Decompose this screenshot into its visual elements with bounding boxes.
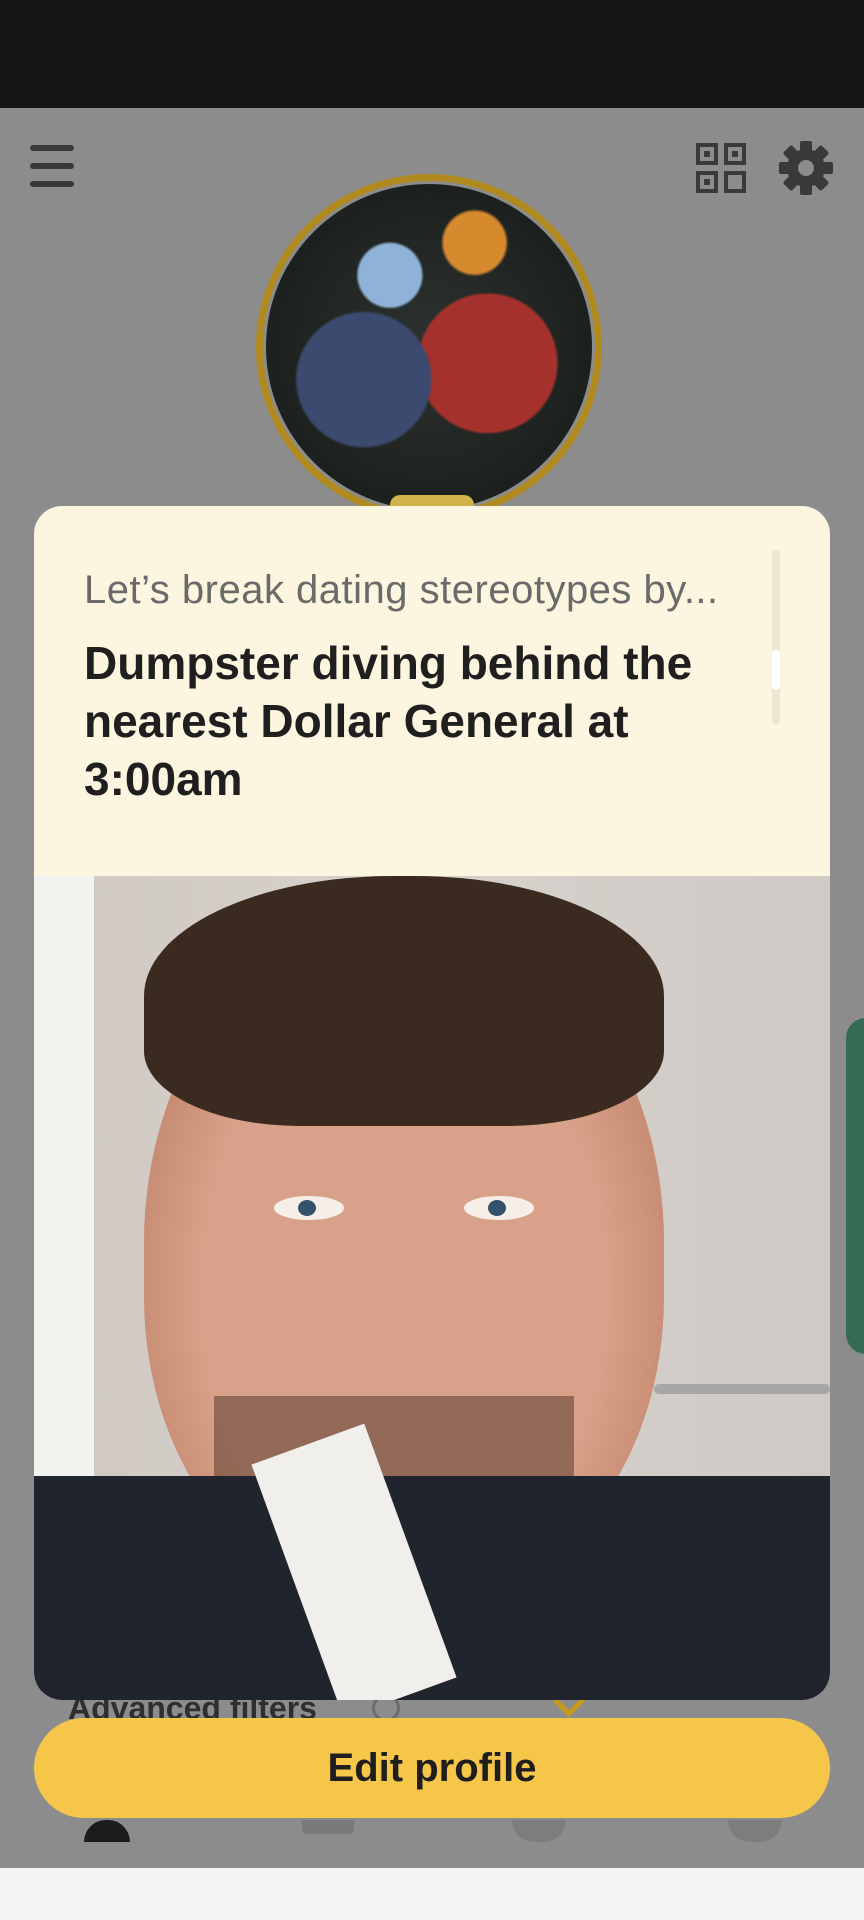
card-scrollbar-thumb[interactable]	[772, 650, 780, 690]
system-navigation-bar	[0, 1868, 864, 1920]
profile-preview-card[interactable]: Let’s break dating stereotypes by... Dum…	[34, 506, 830, 1700]
menu-icon[interactable]	[30, 145, 74, 187]
discover-tab-icon[interactable]	[302, 1820, 354, 1834]
selfie-photo	[34, 876, 830, 1700]
gear-icon[interactable]	[778, 140, 834, 196]
avatar[interactable]	[266, 184, 592, 510]
prompt-question: Let’s break dating stereotypes by...	[84, 568, 719, 612]
card-scrollbar[interactable]	[772, 550, 780, 724]
prompt-answer: Dumpster diving behind the nearest Dolla…	[84, 637, 693, 805]
edit-profile-button[interactable]: Edit profile	[34, 1718, 830, 1818]
status-bar	[0, 0, 864, 108]
side-card-peek	[846, 1018, 864, 1354]
qr-code-icon[interactable]	[696, 143, 746, 193]
